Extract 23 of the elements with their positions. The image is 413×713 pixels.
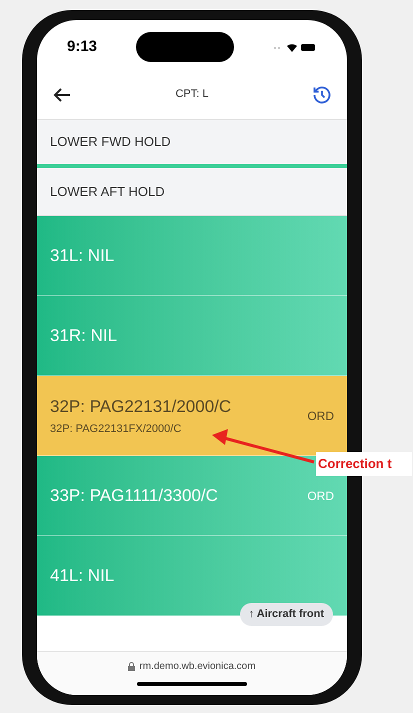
page-title: CPT: L: [175, 87, 208, 102]
annotation-text: Correction t: [316, 452, 412, 476]
cargo-position-row[interactable]: 31R: NIL: [37, 296, 347, 376]
position-label: 31R: NIL: [50, 324, 118, 347]
status-time: 9:13: [67, 36, 98, 57]
ord-tag: ORD: [307, 406, 334, 424]
position-label: 31L: NIL: [50, 244, 114, 267]
cargo-position-row[interactable]: 31L: NIL: [37, 216, 347, 296]
position-label: 33P: PAG1111/3300/C: [50, 484, 218, 507]
history-icon: [312, 84, 332, 104]
ord-tag: ORD: [307, 486, 334, 504]
correction-label: 32P: PAG22131FX/2000/C: [50, 422, 182, 437]
url-text: rm.demo.wb.evionica.com: [139, 660, 256, 674]
lock-icon: [128, 662, 136, 671]
wifi-battery-icon: [273, 41, 317, 53]
aircraft-front-pill: ↑ Aircraft front: [240, 603, 333, 626]
history-button[interactable]: [310, 84, 333, 106]
position-label: 32P: PAG22131/2000/C: [50, 396, 232, 418]
back-arrow-icon: [53, 86, 71, 102]
hold-section[interactable]: LOWER AFT HOLD: [37, 168, 347, 216]
hold-section[interactable]: LOWER FWD HOLD: [37, 120, 347, 168]
cargo-position-row[interactable]: 32P: PAG22131/2000/C 32P: PAG22131FX/2000/C ORD: [37, 376, 347, 456]
position-label: 41L: NIL: [50, 564, 114, 587]
